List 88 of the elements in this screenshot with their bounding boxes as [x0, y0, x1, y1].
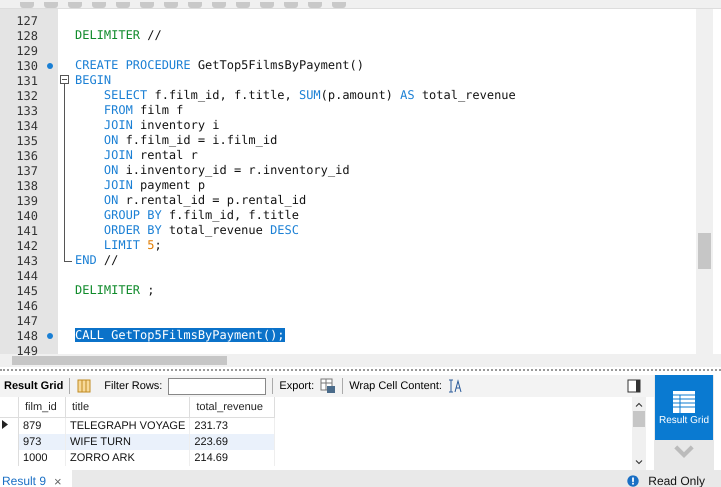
line-number: 148: [16, 328, 38, 342]
line-number: 130: [16, 58, 38, 72]
code-line: DELIMITER ;: [75, 283, 154, 297]
toolbar-icon[interactable]: [164, 2, 178, 8]
wrap-text-icon: [448, 378, 464, 394]
table-cell: ZORRO ARK: [70, 452, 135, 464]
line-number: 135: [16, 134, 38, 148]
line-number: 149: [16, 344, 38, 358]
line-number: 128: [16, 28, 38, 42]
panel-toggle-icon: [626, 378, 642, 394]
toolbar-icon[interactable]: [260, 2, 274, 8]
code-line: JOIN inventory i: [102, 118, 220, 132]
column-header[interactable]: title: [72, 401, 90, 413]
scrollbar-thumb[interactable]: [698, 233, 711, 269]
filter-field[interactable]: [168, 378, 266, 394]
line-number: 144: [16, 268, 38, 282]
table-cell: 231.73: [194, 420, 228, 432]
result-tab[interactable]: Result 9 ×: [0, 470, 72, 487]
toolbar-icon[interactable]: [332, 2, 346, 8]
code-line: JOIN payment p: [102, 178, 206, 192]
export-grid-icon: [320, 378, 336, 394]
export-label: Export:: [279, 380, 314, 392]
column-header[interactable]: total_revenue: [196, 401, 263, 413]
code-line: JOIN rental r: [102, 148, 198, 162]
toolbar-icon[interactable]: [212, 2, 226, 8]
grid-icon: [671, 389, 697, 415]
line-number: 140: [16, 208, 38, 222]
code-line: ON r.rental_id = p.rental_id: [102, 193, 306, 207]
toolbar-icon[interactable]: [284, 2, 298, 8]
scrollbar-thumb[interactable]: [12, 356, 227, 365]
result-grid-label: Result Grid: [4, 380, 64, 392]
code-line: END //: [75, 253, 118, 267]
code-line: LIMIT 5;: [102, 238, 162, 252]
code-line: ORDER BY total_revenue DESC: [102, 223, 299, 237]
line-number: 131: [16, 74, 38, 88]
code-line: GROUP BY f.film_id, f.title: [102, 208, 299, 222]
toolbar-icon[interactable]: [68, 2, 82, 8]
toolbar-icon[interactable]: [116, 2, 130, 8]
table-cell: 973: [23, 436, 42, 448]
horizontal-scrollbar[interactable]: [0, 354, 721, 367]
result-grid-button[interactable]: Result Grid: [655, 375, 713, 440]
line-number: 142: [16, 238, 38, 252]
wrap-cell-label: Wrap Cell Content:: [349, 380, 442, 392]
table-cell: TELEGRAPH VOYAGE: [70, 420, 186, 432]
line-number: 132: [16, 88, 38, 102]
code-line: ON i.inventory_id = r.inventory_id: [102, 163, 350, 177]
scrollbar-thumb[interactable]: [633, 411, 645, 427]
line-number: 137: [16, 164, 38, 178]
fold-toggle-icon[interactable]: [60, 75, 69, 84]
line-number: 141: [16, 224, 38, 238]
info-icon: [626, 474, 640, 487]
grid-columns-icon: [76, 378, 92, 394]
line-number: 134: [16, 118, 38, 132]
vertical-scrollbar[interactable]: [632, 397, 646, 470]
toolbar-icon[interactable]: [188, 2, 202, 8]
code-line: DELIMITER //: [75, 28, 162, 42]
toolbar-icon[interactable]: [44, 2, 58, 8]
column-header[interactable]: film_id: [25, 401, 57, 413]
line-number: 146: [16, 298, 38, 312]
toolbar-icon[interactable]: [308, 2, 322, 8]
line-number: 136: [16, 148, 38, 162]
code-line: SELECT f.film_id, f.title, SUM(p.amount) AS total_revenue: [102, 88, 516, 102]
filter-label: Filter Rows:: [104, 380, 162, 392]
table-cell: 879: [23, 420, 42, 432]
table-cell: 214.69: [194, 452, 228, 464]
toolbar-icon[interactable]: [236, 2, 250, 8]
line-number: 129: [16, 44, 38, 58]
line-number: 143: [16, 254, 38, 268]
statement-marker-icon: [47, 333, 53, 339]
line-number: 127: [16, 14, 38, 28]
row-pointer-icon: [2, 420, 8, 429]
table-cell: 1000: [23, 452, 48, 464]
code-line: CREATE PROCEDURE GetTop5FilmsByPayment(): [75, 58, 364, 72]
line-number: 133: [16, 104, 38, 118]
statement-marker-icon: [47, 63, 53, 69]
code-line: BEGIN: [75, 73, 112, 87]
toolbar-icon[interactable]: [20, 2, 34, 8]
line-number: 145: [16, 284, 38, 298]
line-number: 138: [16, 178, 38, 192]
vertical-scrollbar[interactable]: [696, 9, 713, 354]
line-number: 139: [16, 194, 38, 208]
code-line: ON f.film_id = i.film_id: [102, 133, 278, 147]
table-cell: WIFE TURN: [70, 436, 131, 448]
line-number: 147: [16, 314, 38, 328]
table-cell: 223.69: [194, 436, 228, 448]
code-line: FROM film f: [102, 103, 184, 117]
toolbar-icon[interactable]: [92, 2, 106, 8]
toolbar-icon[interactable]: [140, 2, 154, 8]
